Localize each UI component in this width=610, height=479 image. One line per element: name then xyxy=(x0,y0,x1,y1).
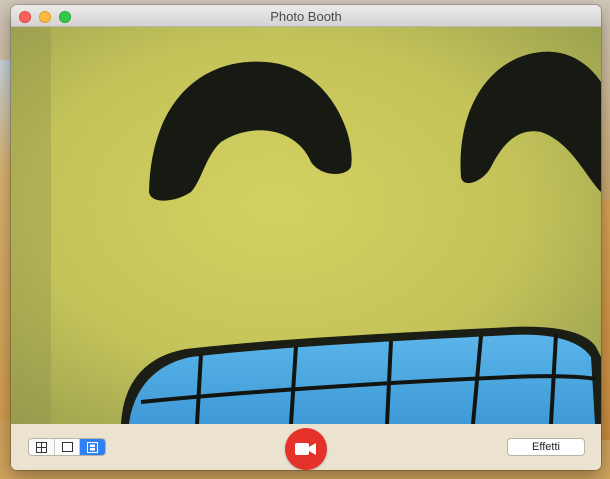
bottom-toolbar: Effetti xyxy=(11,424,601,470)
camera-preview xyxy=(11,27,601,424)
video-camera-icon xyxy=(295,443,316,455)
film-icon xyxy=(87,441,99,453)
video-mode-button[interactable] xyxy=(80,439,105,455)
title-bar: Photo Booth xyxy=(11,5,601,27)
four-photo-grid-button[interactable] xyxy=(29,439,55,455)
square-icon xyxy=(61,442,73,452)
window-title: Photo Booth xyxy=(270,9,342,24)
photo-booth-window: Photo Booth Effetti xyxy=(11,5,601,470)
camera-preview-image xyxy=(11,27,601,424)
single-photo-button[interactable] xyxy=(55,439,81,455)
effects-button[interactable]: Effetti xyxy=(507,438,585,456)
grid-icon xyxy=(35,441,47,453)
layout-mode-selector xyxy=(28,438,106,456)
record-video-button[interactable] xyxy=(285,428,327,470)
